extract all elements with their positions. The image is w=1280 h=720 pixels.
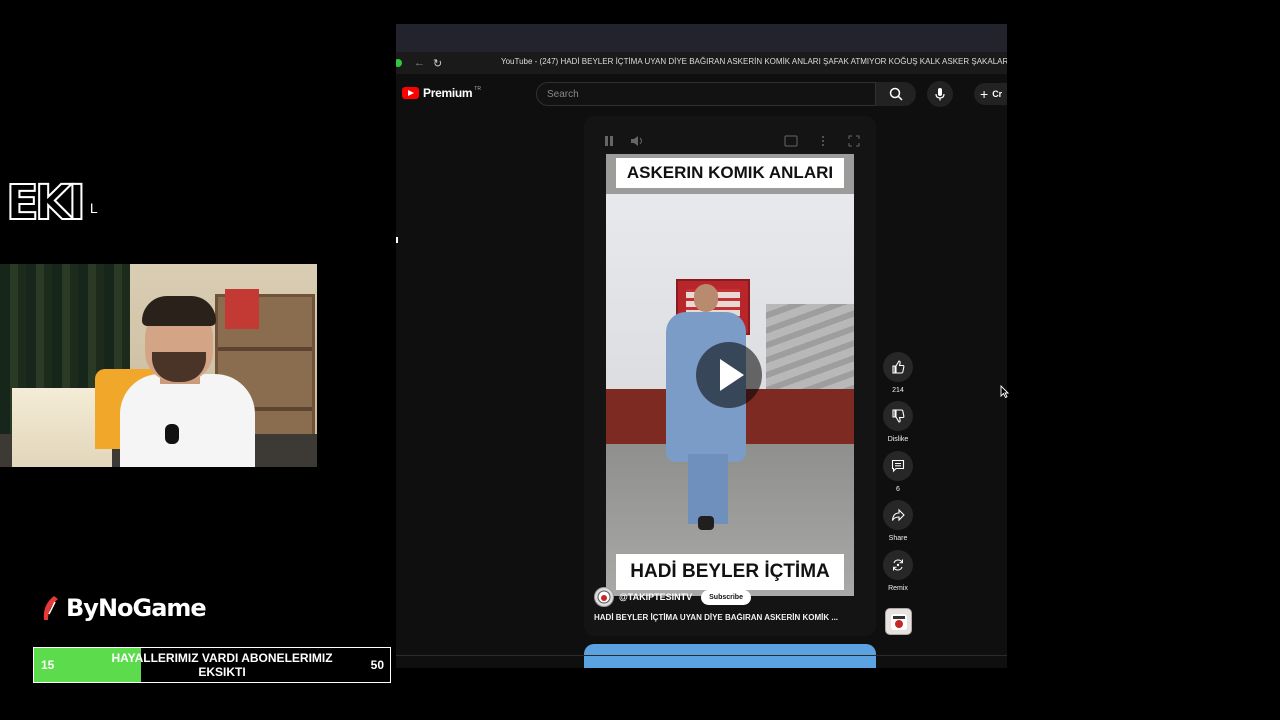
dislike-circle xyxy=(883,401,913,431)
play-button[interactable] xyxy=(696,342,762,408)
youtube-logo-text: Premium xyxy=(423,86,473,100)
pause-icon[interactable] xyxy=(604,135,614,147)
search-box[interactable] xyxy=(536,82,876,106)
scroll-edge-marker xyxy=(396,237,398,243)
webcam-feed xyxy=(0,264,317,467)
thumbs-up-icon xyxy=(892,360,905,374)
comments-circle xyxy=(883,451,913,481)
remix-icon xyxy=(893,559,903,571)
like-circle xyxy=(883,352,913,382)
fullscreen-icon[interactable] xyxy=(848,135,860,147)
plus-icon: + xyxy=(980,86,989,102)
channel-avatar[interactable] xyxy=(594,587,614,607)
stream-stage: EKI L ByNoGame 15 HAYALLERIMIZ VARDI ABO… xyxy=(0,0,1280,720)
remix-circle xyxy=(883,550,913,580)
brand-name: ByNoGame xyxy=(66,594,207,622)
brand-feather-icon xyxy=(43,596,58,620)
browser-window: ← ↻ YouTube - (247) HADİ BEYLER İÇTİMA U… xyxy=(396,24,1007,668)
like-count: 214 xyxy=(892,387,904,394)
dislike-label: Dislike xyxy=(887,436,909,443)
next-short-preview[interactable] xyxy=(584,644,876,668)
page-bottom-divider xyxy=(396,655,1007,656)
channel-row: @TAKIPTESINTV Subscribe xyxy=(594,586,751,608)
subscribe-button[interactable]: Subscribe xyxy=(701,589,751,605)
overlay-logo-suffix: L xyxy=(89,200,98,216)
youtube-logo[interactable]: Premium TR xyxy=(402,86,481,100)
player-controls xyxy=(604,134,860,148)
channel-logo-icon xyxy=(597,590,611,604)
play-icon xyxy=(720,359,744,391)
channel-logo-icon xyxy=(890,613,907,630)
mouse-cursor-icon xyxy=(1000,385,1009,398)
browser-top-strip xyxy=(396,24,1007,52)
captions-icon[interactable] xyxy=(784,135,798,147)
window-title: YouTube - (247) HADİ BEYLER İÇTİMA UYAN … xyxy=(501,57,1007,66)
search-button[interactable] xyxy=(876,82,916,106)
remix-button[interactable]: Remix xyxy=(883,550,913,592)
back-arrow-icon[interactable]: ← xyxy=(414,57,425,69)
youtube-header: Premium TR + Cr xyxy=(396,80,1007,108)
video-caption-bottom: HADİ BEYLER İÇTİMA xyxy=(616,554,844,590)
share-circle xyxy=(883,500,913,530)
overlay-logo-text: EKI xyxy=(5,175,87,231)
create-label: Cr xyxy=(992,89,1003,99)
subscriber-goal-bar: 15 HAYALLERIMIZ VARDI ABONELERIMIZ EKSIK… xyxy=(33,647,391,683)
search-icon xyxy=(889,87,903,101)
comment-icon xyxy=(891,459,905,473)
reload-icon[interactable]: ↻ xyxy=(433,57,442,70)
microphone-icon xyxy=(935,88,945,101)
dislike-button[interactable]: Dislike xyxy=(883,401,913,443)
goal-target: 50 xyxy=(370,658,384,672)
comment-count: 6 xyxy=(896,486,900,493)
youtube-region-label: TR xyxy=(474,86,481,92)
video-title[interactable]: HADİ BEYLER İÇTİMA UYAN DİYE BAĞIRAN ASK… xyxy=(594,613,854,622)
volume-icon[interactable] xyxy=(630,135,646,147)
sound-channel-avatar[interactable] xyxy=(885,608,912,635)
goal-title: HAYALLERIMIZ VARDI ABONELERIMIZ EKSIKTI xyxy=(111,651,333,679)
goal-current: 15 xyxy=(41,658,55,672)
create-button[interactable]: + Cr xyxy=(974,83,1007,105)
voice-search-button[interactable] xyxy=(927,81,953,107)
remix-label: Remix xyxy=(888,585,908,592)
more-options-icon[interactable] xyxy=(820,135,826,147)
thumbs-down-icon xyxy=(892,409,905,423)
stream-overlay-logo: EKI L xyxy=(5,175,98,231)
youtube-play-icon xyxy=(402,87,419,99)
share-label: Share xyxy=(888,535,908,542)
sponsor-brand: ByNoGame xyxy=(40,594,207,622)
comments-button[interactable]: 6 xyxy=(883,451,913,493)
browser-titlebar: ← ↻ YouTube - (247) HADİ BEYLER İÇTİMA U… xyxy=(396,52,1007,74)
share-button[interactable]: Share xyxy=(883,500,913,542)
like-button[interactable]: 214 xyxy=(883,352,913,394)
search-input[interactable] xyxy=(547,88,875,100)
share-icon xyxy=(891,508,905,522)
video-caption-top: ASKERIN KOMIK ANLARI xyxy=(616,158,844,188)
window-zoom-button[interactable] xyxy=(396,59,402,67)
channel-name[interactable]: @TAKIPTESINTV xyxy=(619,592,692,602)
